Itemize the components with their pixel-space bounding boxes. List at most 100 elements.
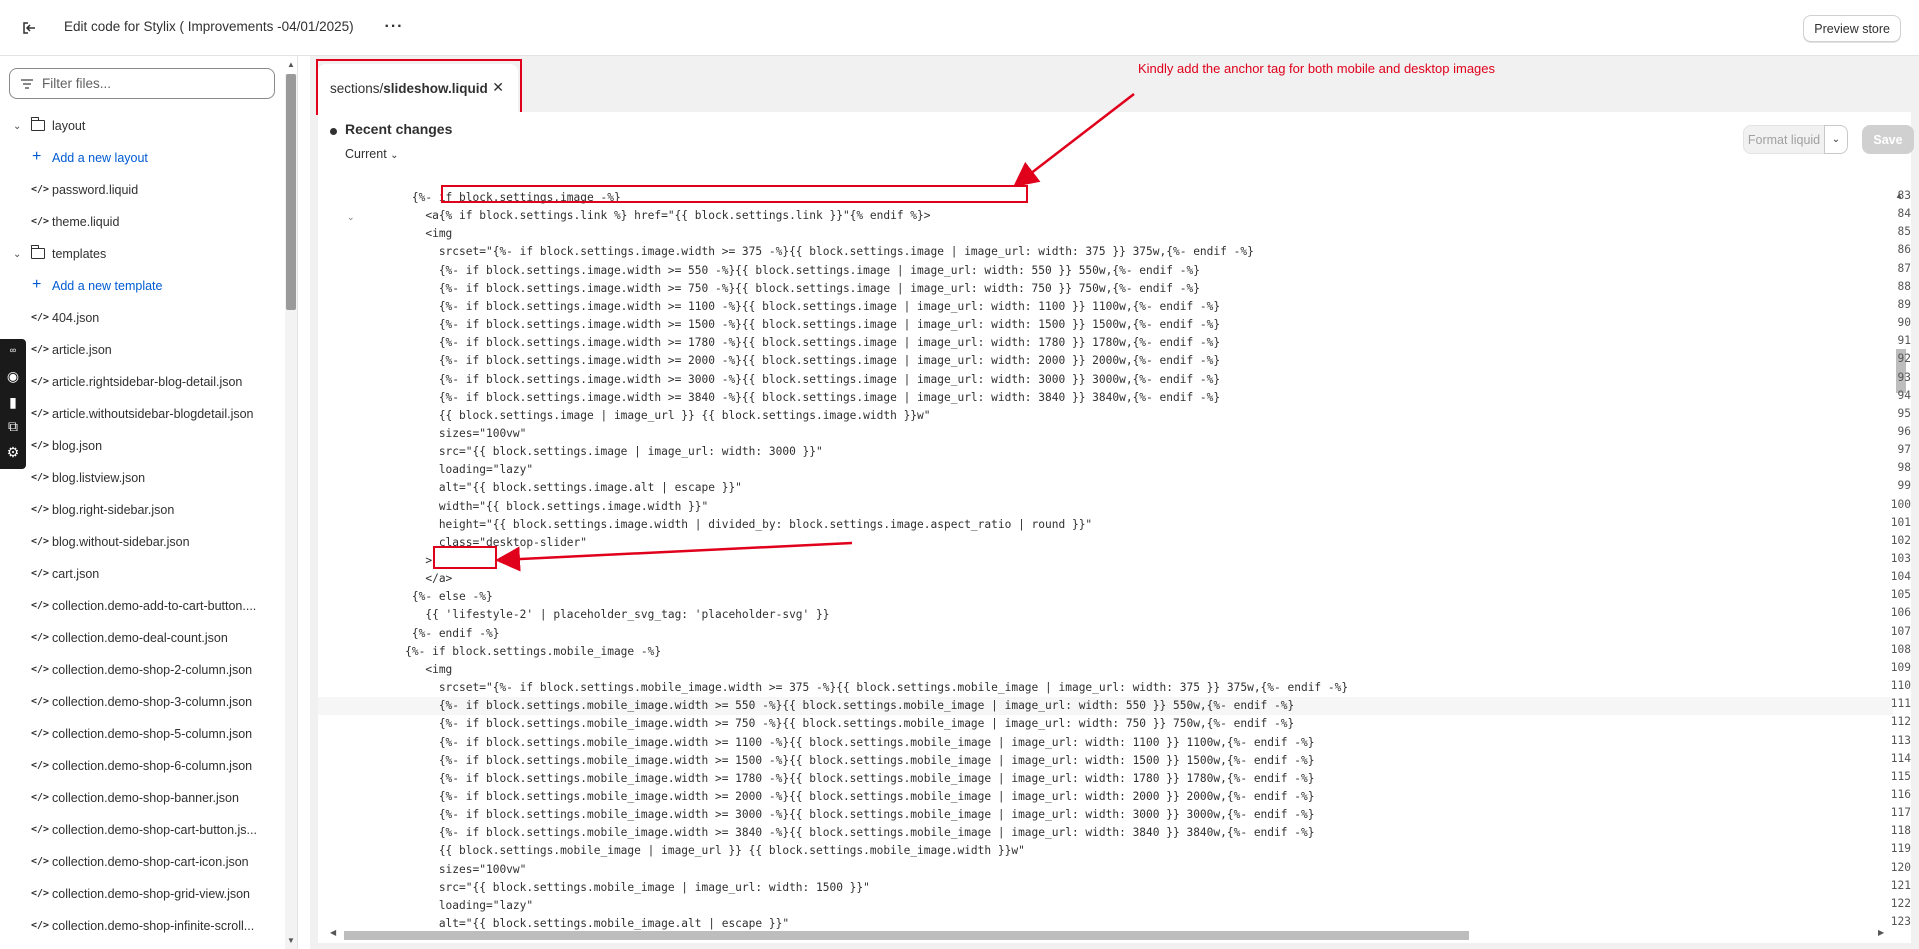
scroll-left-icon[interactable]: ◀ xyxy=(330,928,336,937)
file-item[interactable]: </> collection.demo-shop-3-column.json xyxy=(0,686,285,718)
close-icon[interactable]: ✕ xyxy=(492,79,504,96)
code-file-icon: </> xyxy=(31,920,50,931)
code-line[interactable]: <img xyxy=(358,225,452,243)
code-line[interactable]: {%- else -%} xyxy=(358,588,493,606)
code-line[interactable]: {%- if block.settings.mobile_image.width… xyxy=(358,734,1315,752)
file-item[interactable]: </> collection.demo-shop-cart-button.js..… xyxy=(0,814,285,846)
code-line[interactable]: class="desktop-slider" xyxy=(358,534,587,552)
file-item[interactable]: </> blog.listview.json xyxy=(0,462,285,494)
tab-slideshow-liquid[interactable]: sections/slideshow.liquid ✕ xyxy=(318,64,518,112)
code-line[interactable]: alt="{{ block.settings.image.alt | escap… xyxy=(358,479,742,497)
code-line[interactable]: sizes="100vw" xyxy=(358,425,527,443)
code-line[interactable]: loading="lazy" xyxy=(358,897,533,915)
code-line[interactable]: {%- if block.settings.mobile_image -%} xyxy=(358,643,661,661)
code-line[interactable]: {%- if block.settings.mobile_image.width… xyxy=(358,715,1294,733)
code-line[interactable]: {%- if block.settings.image.width >= 150… xyxy=(358,316,1220,334)
code-line[interactable]: > xyxy=(358,552,432,570)
code-area[interactable]: ▲ ◀ ▶ {%- if block.settings.image -%} 83 … xyxy=(318,189,1911,943)
scroll-up-icon[interactable]: ▲ xyxy=(287,60,295,69)
code-line[interactable]: loading="lazy" xyxy=(358,461,533,479)
code-file-icon: </> xyxy=(31,536,50,547)
tab-filename: slideshow.liquid xyxy=(383,80,488,96)
file-item[interactable]: </> collection.demo-shop-6-column.json xyxy=(0,750,285,782)
file-name: cart.json xyxy=(52,567,100,581)
code-line[interactable]: <a{% if block.settings.link %} href="{{ … xyxy=(358,207,930,225)
gear-icon[interactable]: ⚙ xyxy=(4,443,22,461)
code-line[interactable]: {%- if block.settings.mobile_image.width… xyxy=(318,697,1893,716)
folder-templates[interactable]: ⌄ templates xyxy=(0,238,285,270)
code-line[interactable]: srcset="{%- if block.settings.mobile_ima… xyxy=(358,679,1348,697)
code-line[interactable]: alt="{{ block.settings.mobile_image.alt … xyxy=(358,915,789,933)
format-liquid-button[interactable]: Format liquid xyxy=(1743,125,1825,154)
version-select[interactable]: Current ⌄ xyxy=(345,147,399,161)
link-icon[interactable]: ∞ xyxy=(4,341,22,359)
fold-chevron-icon[interactable]: ⌄ xyxy=(347,212,355,223)
file-item[interactable]: </> collection.demo-shop-banner.json xyxy=(0,782,285,814)
code-line[interactable]: {%- if block.settings.mobile_image.width… xyxy=(358,752,1315,770)
line-number: 101 xyxy=(1890,515,1911,529)
filter-input[interactable] xyxy=(42,76,262,91)
copy-icon[interactable]: ⧉ xyxy=(4,417,22,435)
code-line[interactable]: {%- if block.settings.image.width >= 300… xyxy=(358,371,1220,389)
file-item[interactable]: </> blog.json xyxy=(0,430,285,462)
file-item[interactable]: </> collection.demo-add-to-cart-button...… xyxy=(0,590,285,622)
code-line[interactable]: {%- if block.settings.mobile_image.width… xyxy=(358,788,1315,806)
file-item[interactable]: </> collection.demo-shop-cart-icon.json xyxy=(0,846,285,878)
code-line[interactable]: {%- if block.settings.mobile_image.width… xyxy=(358,824,1315,842)
file-item[interactable]: </> collection.demo-shop-2-column.json xyxy=(0,654,285,686)
file-item[interactable]: </> cart.json xyxy=(0,558,285,590)
line-number: 83 xyxy=(1897,189,1911,202)
file-item[interactable]: </> collection.demo-shop-infinite-scroll.… xyxy=(0,910,285,942)
code-line[interactable]: src="{{ block.settings.image | image_url… xyxy=(358,443,823,461)
filter-field[interactable] xyxy=(9,68,275,99)
add-layout-link[interactable]: + Add a new layout xyxy=(0,142,285,174)
file-item[interactable]: </> 404.json xyxy=(0,302,285,334)
code-line[interactable]: {%- if block.settings.image.width >= 550… xyxy=(358,262,1200,280)
file-item[interactable]: </> blog.without-sidebar.json xyxy=(0,526,285,558)
file-item[interactable]: </> blog.right-sidebar.json xyxy=(0,494,285,526)
code-line[interactable]: src="{{ block.settings.mobile_image | im… xyxy=(358,879,870,897)
file-item[interactable]: </> theme.liquid xyxy=(0,206,285,238)
code-line[interactable]: srcset="{%- if block.settings.image.widt… xyxy=(358,243,1254,261)
file-item[interactable]: </> article.json xyxy=(0,334,285,366)
file-item[interactable]: </> collection.demo-deal-count.json xyxy=(0,622,285,654)
code-line[interactable]: {%- if block.settings.mobile_image.width… xyxy=(358,770,1315,788)
folder-layout[interactable]: ⌄ layout xyxy=(0,110,285,142)
code-line[interactable]: {%- if block.settings.image.width >= 178… xyxy=(358,334,1220,352)
scroll-down-icon[interactable]: ▼ xyxy=(287,936,295,945)
code-line[interactable]: {%- if block.settings.image.width >= 110… xyxy=(358,298,1220,316)
code-line[interactable]: {{ block.settings.image | image_url }} {… xyxy=(358,407,931,425)
code-line[interactable]: width="{{ block.settings.image.width }}" xyxy=(358,498,708,516)
code-line[interactable]: {%- if block.settings.image -%} xyxy=(358,189,621,207)
preview-store-button[interactable]: Preview store xyxy=(1803,15,1901,42)
line-number: 89 xyxy=(1897,297,1911,311)
add-template-link[interactable]: + Add a new template xyxy=(0,270,285,302)
more-actions-button[interactable]: ··· xyxy=(382,15,406,39)
file-item[interactable]: </> article.rightsidebar-blog-detail.json xyxy=(0,366,285,398)
code-line[interactable]: </a> xyxy=(358,570,452,588)
code-line[interactable]: {%- if block.settings.image.width >= 200… xyxy=(358,352,1220,370)
code-line[interactable]: {%- if block.settings.image.width >= 384… xyxy=(358,389,1220,407)
line-number: 122 xyxy=(1890,896,1911,910)
file-name: blog.json xyxy=(52,439,103,453)
file-item[interactable]: </> password.liquid xyxy=(0,174,285,206)
code-line[interactable]: {%- endif -%} xyxy=(358,625,500,643)
code-line[interactable]: {%- if block.settings.image.width >= 750… xyxy=(358,280,1200,298)
scroll-right-icon[interactable]: ▶ xyxy=(1878,928,1884,937)
file-item[interactable]: </> article.withoutsidebar-blogdetail.jso… xyxy=(0,398,285,430)
code-line[interactable]: height="{{ block.settings.image.width | … xyxy=(358,516,1092,534)
code-line[interactable]: {{ 'lifestyle-2' | placeholder_svg_tag: … xyxy=(358,606,829,624)
line-number: 102 xyxy=(1890,533,1911,547)
save-button[interactable]: Save xyxy=(1862,125,1914,154)
file-item[interactable]: </> collection.demo-shop-5-column.json xyxy=(0,718,285,750)
code-line[interactable]: {{ block.settings.mobile_image | image_u… xyxy=(358,842,1025,860)
code-line[interactable]: sizes="100vw" xyxy=(358,861,527,879)
video-icon[interactable]: ▮ xyxy=(4,393,22,411)
code-line[interactable]: <img xyxy=(358,661,452,679)
file-item[interactable]: </> collection.demo-shop-grid-view.json xyxy=(0,878,285,910)
format-dropdown-button[interactable]: ⌄ xyxy=(1824,125,1848,154)
sidebar-scroll-thumb[interactable] xyxy=(286,74,296,310)
code-line[interactable]: {%- if block.settings.mobile_image.width… xyxy=(358,806,1315,824)
exit-button[interactable] xyxy=(18,17,40,39)
camera-icon[interactable]: ◉ xyxy=(4,367,22,385)
